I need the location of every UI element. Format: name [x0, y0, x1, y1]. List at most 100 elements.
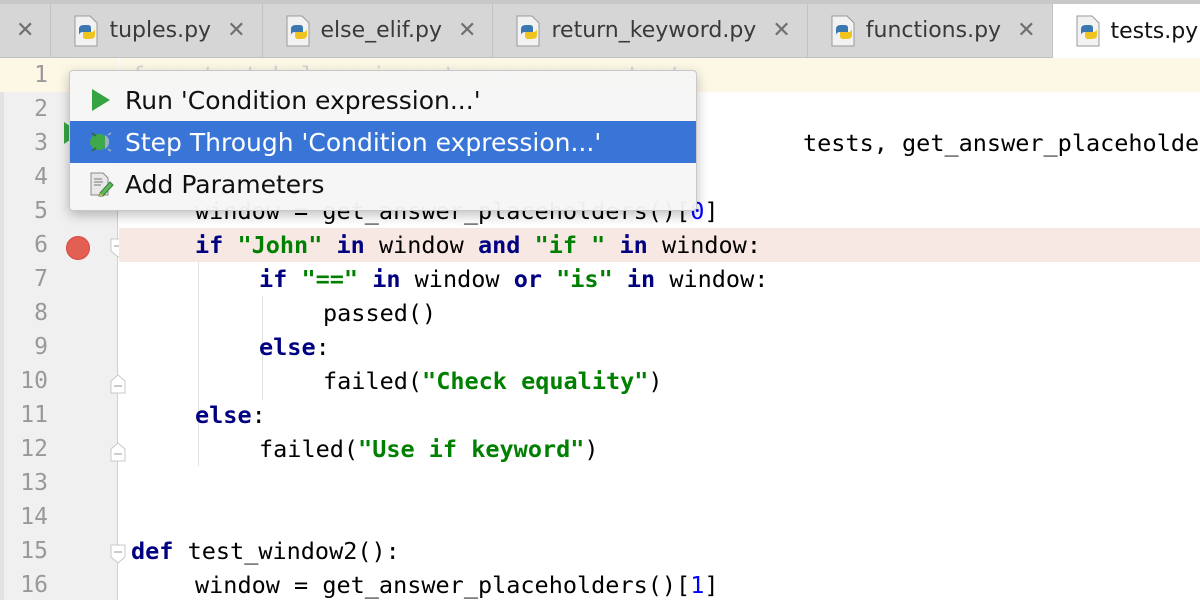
code-line-12: failed("Use if keyword") — [119, 432, 1200, 466]
edit-params-icon — [90, 172, 114, 197]
python-file-icon — [1076, 15, 1099, 47]
editor-tab-bar: ✕ tuples.py ✕ else_elif.py ✕ return_keywor… — [0, 0, 1200, 58]
line-number: 15 — [20, 538, 48, 564]
code-string: "==" — [301, 265, 359, 293]
code-keyword: or — [513, 265, 542, 293]
menu-item-step-through[interactable]: Step Through 'Condition expression...' — [70, 121, 696, 163]
code-text: window: — [647, 231, 761, 259]
line-number: 8 — [34, 300, 48, 326]
run-context-popup: Run 'Condition expression...' Step Throu… — [69, 70, 697, 211]
tab-else-elif-py[interactable]: else_elif.py ✕ — [263, 4, 494, 57]
close-tab-icon[interactable]: ✕ — [458, 18, 476, 43]
code-text: ] — [704, 197, 719, 225]
code-text: ) — [584, 435, 599, 463]
menu-item-label: Add Parameters — [125, 169, 325, 199]
line-number: 11 — [20, 402, 48, 428]
line-number: 3 — [34, 130, 48, 156]
line-number: 10 — [20, 368, 48, 394]
code-text: test_window2(): — [173, 537, 400, 565]
line-number: 9 — [34, 334, 48, 360]
tab-label: tuples.py — [109, 18, 212, 43]
tab-return-keyword-py[interactable]: return_keyword.py ✕ — [493, 4, 808, 57]
code-text: window — [364, 231, 478, 259]
code-keyword: def — [131, 537, 174, 565]
code-text: failed( — [259, 435, 359, 463]
line-number: 14 — [20, 504, 48, 530]
code-keyword: in — [372, 265, 401, 293]
line-number: 6 — [34, 232, 48, 258]
tab-tests-py[interactable]: tests.py✕ — [1052, 4, 1200, 58]
close-tab-icon[interactable]: ✕ — [772, 18, 790, 43]
close-tab-icon[interactable]: ✕ — [16, 18, 34, 43]
line-number: 7 — [34, 266, 48, 292]
python-file-icon — [831, 15, 855, 46]
breakpoint-icon[interactable] — [66, 236, 90, 260]
code-string: "is" — [556, 265, 613, 293]
code-text: : — [251, 401, 266, 429]
code-text: window — [400, 265, 514, 293]
code-string: "if " — [534, 231, 606, 259]
code-keyword: and — [477, 231, 521, 259]
code-line-1-tail: tests, get_answer_placeholders, — [803, 129, 1200, 157]
code-text: passed() — [323, 299, 437, 327]
code-line-16: window = get_answer_placeholders()[1] — [119, 568, 1200, 600]
line-number: 5 — [34, 198, 48, 224]
python-file-icon — [286, 15, 309, 46]
code-keyword: in — [619, 231, 648, 259]
line-number: 12 — [20, 436, 48, 462]
code-line-7: if "==" in window or "is" in window: — [119, 262, 1200, 296]
code-line-9: else: — [119, 330, 1200, 364]
close-tab-icon[interactable]: ✕ — [227, 18, 245, 43]
code-string: "John" — [237, 231, 323, 259]
code-string: "Check equality" — [422, 367, 649, 395]
code-keyword: if — [259, 265, 288, 293]
code-keyword: in — [626, 265, 656, 293]
line-number: 2 — [34, 96, 48, 122]
code-keyword: else — [195, 401, 252, 429]
code-string: "Use if keyword" — [358, 435, 585, 463]
tab-label: tests.py — [1110, 18, 1199, 44]
code-text: : — [315, 333, 330, 361]
code-line-15: def test_window2(): — [119, 534, 1200, 568]
tab-functions-py[interactable]: functions.py ✕ — [808, 4, 1053, 57]
tab-tuples-py[interactable]: tuples.py ✕ — [51, 4, 263, 57]
bug-icon — [90, 132, 112, 152]
python-file-icon — [74, 15, 98, 46]
line-number: 16 — [20, 572, 48, 598]
code-keyword: in — [336, 231, 365, 259]
code-line-11: else: — [119, 398, 1200, 432]
code-number: 1 — [690, 571, 705, 599]
line-number: 13 — [20, 470, 48, 496]
code-text: ] — [704, 571, 719, 599]
code-text: window: — [655, 265, 769, 293]
code-text: window = get_answer_placeholders()[ — [195, 571, 691, 599]
menu-item-run[interactable]: Run 'Condition expression...' — [70, 79, 696, 121]
menu-item-label: Run 'Condition expression...' — [125, 85, 481, 115]
code-text: ) — [648, 367, 663, 395]
close-tab-icon[interactable]: ✕ — [1017, 18, 1035, 43]
python-file-icon — [516, 15, 540, 46]
code-keyword: else — [259, 333, 316, 361]
code-text: failed( — [323, 367, 423, 395]
tab-label: else_elif.py — [320, 18, 443, 43]
tab-label: return_keyword.py — [551, 18, 757, 43]
code-line-10: failed("Check equality") — [119, 364, 1200, 398]
line-number: 1 — [34, 62, 48, 88]
code-keyword: if — [195, 231, 224, 259]
menu-item-label: Step Through 'Condition expression...' — [125, 127, 602, 157]
tab-partial[interactable]: ✕ — [0, 4, 52, 57]
code-line-6: if "John" in window and "if " in window: — [119, 228, 1200, 262]
menu-item-add-parameters[interactable]: Add Parameters — [70, 163, 696, 205]
run-icon — [92, 89, 110, 111]
line-number: 4 — [34, 164, 48, 190]
tab-label: functions.py — [865, 18, 1002, 43]
code-line-8: passed() — [119, 296, 1200, 330]
